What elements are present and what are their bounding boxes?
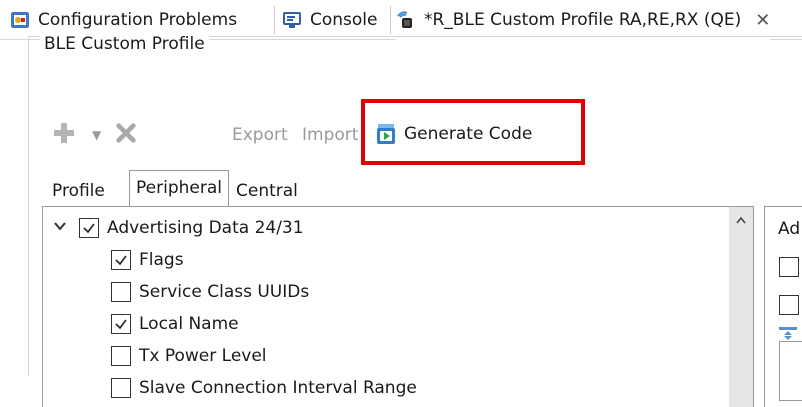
detail-checkbox[interactable] — [779, 295, 799, 315]
tree-item-tx-power-level[interactable]: Tx Power Level — [111, 341, 267, 371]
checkbox-flags[interactable] — [111, 250, 131, 270]
add-icon[interactable] — [52, 121, 76, 149]
checkbox-advertising-data[interactable] — [79, 218, 99, 238]
tree-item-label: Local Name — [139, 314, 239, 334]
scroll-up-icon[interactable] — [735, 215, 747, 231]
detail-field[interactable] — [779, 341, 802, 401]
tab-separator — [390, 6, 391, 34]
checkbox-local-name[interactable] — [111, 314, 131, 334]
profile-toolbar: ▼ — [52, 118, 137, 152]
qe-ble-icon — [396, 10, 416, 30]
subtab-peripheral[interactable]: Peripheral — [129, 170, 229, 206]
import-button[interactable]: Import — [302, 125, 358, 145]
config-problems-icon — [10, 10, 30, 30]
vertical-scrollbar[interactable] — [729, 207, 753, 407]
console-icon — [282, 10, 302, 30]
tab-label: Console — [310, 10, 378, 30]
tab-console[interactable]: Console — [282, 0, 378, 40]
tree-item-slave-connection-interval-range[interactable]: Slave Connection Interval Range — [111, 373, 417, 403]
close-icon[interactable]: ✕ — [755, 10, 770, 31]
group-title: BLE Custom Profile — [40, 34, 209, 54]
sort-icon[interactable] — [779, 325, 797, 340]
tree-item-flags[interactable]: Flags — [111, 245, 184, 275]
tab-qe-ble-custom-profile[interactable]: *R_BLE Custom Profile RA,RE,RX (QE) ✕ — [396, 0, 771, 40]
checkbox-slave-connection-interval-range[interactable] — [111, 378, 131, 398]
subtab-central[interactable]: Central — [230, 176, 304, 206]
checkbox-tx-power-level[interactable] — [111, 346, 131, 366]
checkbox-service-class-uuids[interactable] — [111, 282, 131, 302]
advertising-detail-panel: Ad — [764, 206, 802, 407]
tree-item-service-class-uuids[interactable]: Service Class UUIDs — [111, 277, 309, 307]
generate-code-button[interactable]: Generate Code — [376, 121, 532, 147]
panel-title: Ad — [778, 219, 801, 239]
delete-icon[interactable] — [115, 122, 137, 148]
tree-item-label: Advertising Data 24/31 — [107, 218, 304, 238]
chevron-down-icon[interactable] — [53, 219, 69, 237]
advertising-tree: Advertising Data 24/31 Flags Service Cla… — [42, 206, 754, 407]
dropdown-arrow-icon[interactable]: ▼ — [92, 128, 101, 142]
tree-item-label: Service Class UUIDs — [139, 282, 310, 302]
tab-label: *R_BLE Custom Profile RA,RE,RX (QE) — [424, 10, 742, 30]
subtab-profile[interactable]: Profile — [46, 176, 111, 206]
tree-item-advertising-data[interactable]: Advertising Data 24/31 — [53, 213, 304, 243]
tree-item-label: Slave Connection Interval Range — [139, 378, 417, 398]
export-button[interactable]: Export — [232, 125, 288, 145]
tree-item-label: Flags — [139, 250, 184, 270]
tab-label: Configuration Problems — [38, 10, 238, 30]
generate-code-label: Generate Code — [404, 124, 533, 144]
tree-item-local-name[interactable]: Local Name — [111, 309, 239, 339]
tree-item-label: Tx Power Level — [139, 346, 267, 366]
tab-separator — [274, 6, 275, 34]
generate-code-icon — [376, 123, 398, 145]
detail-checkbox[interactable] — [779, 257, 799, 277]
